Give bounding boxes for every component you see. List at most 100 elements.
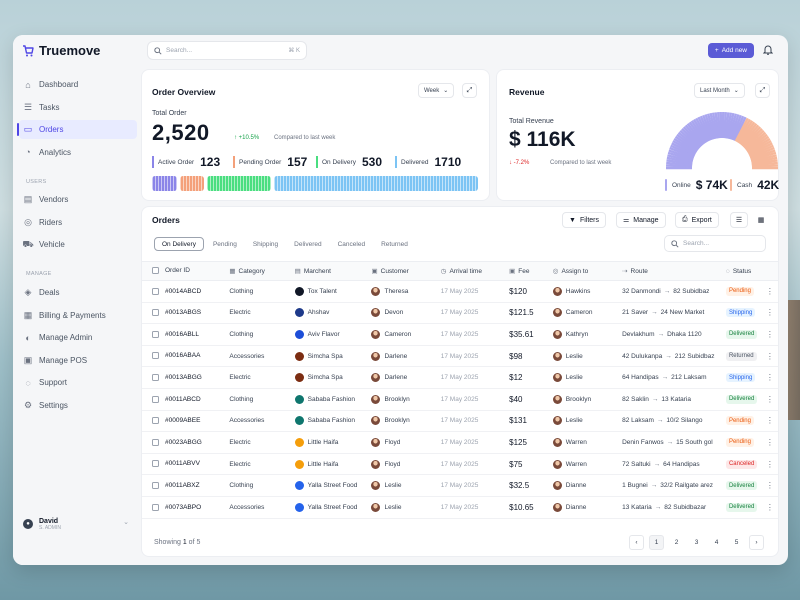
row-checkbox[interactable]	[152, 503, 159, 511]
user-profile[interactable]: ● David S. ADMIN ⌄	[19, 512, 133, 536]
manage-button[interactable]: ⚌ Manage	[616, 212, 666, 228]
select-all-checkbox[interactable]	[152, 267, 159, 275]
col-arrival[interactable]: ◷ Arrival time	[436, 261, 506, 281]
col-route[interactable]: ⇢ Route	[618, 261, 722, 281]
cell-order-id: #0011ABXZ	[142, 474, 226, 497]
more-icon[interactable]: ⋮	[766, 308, 774, 317]
cell-arrival: 17 May 2025	[436, 388, 506, 411]
assignee: Warren	[565, 439, 587, 447]
grid-view-icon[interactable]: ▦	[752, 212, 770, 228]
table-row[interactable]: #0073ABPO Accessories Yalla Street Food Les…	[142, 496, 778, 519]
more-icon[interactable]: ⋮	[766, 481, 774, 490]
col-customer[interactable]: ▣ Customer	[367, 261, 437, 281]
sidebar-item-dashboard[interactable]: ⌂ Dashboard	[19, 75, 137, 94]
col-order-id[interactable]: Order ID	[142, 261, 226, 281]
export-button[interactable]: ⎙ Export	[675, 212, 719, 228]
row-checkbox[interactable]	[152, 395, 159, 403]
sidebar-item-tasks[interactable]: ☰ Tasks	[19, 98, 137, 117]
table-row[interactable]: #0011ABXZ Clothing Yalla Street Food Leslie…	[142, 474, 778, 497]
expand-icon[interactable]: ⤢	[755, 83, 770, 98]
page-1[interactable]: 1	[649, 535, 664, 550]
table-row[interactable]: #0014ABCD Clothing Tox Talent Theresa 17 May…	[142, 280, 778, 303]
tab-canceled[interactable]: Canceled	[331, 237, 372, 251]
logo[interactable]: Truemove	[22, 43, 100, 58]
stat-value: 157	[287, 155, 308, 169]
customer-avatar	[371, 308, 381, 318]
row-checkbox[interactable]	[152, 352, 159, 360]
bell-icon[interactable]	[762, 44, 774, 56]
row-checkbox[interactable]	[152, 482, 159, 490]
table-row[interactable]: #0011ABCD Clothing Sababa Fashion Brooklyn 1…	[142, 388, 778, 411]
table-row[interactable]: #0013ABGS Electric Ahshav Devon 17 May 2025 $…	[142, 302, 778, 325]
cell-arrival: 17 May 2025	[436, 474, 506, 497]
more-icon[interactable]: ⋮	[766, 352, 774, 361]
more-icon[interactable]: ⋮	[766, 503, 774, 512]
filters-button[interactable]: ▼ Filters	[562, 212, 606, 228]
orders-search-input[interactable]: Search...	[664, 235, 766, 252]
table-row[interactable]: #0011ABVV Electric Little Haifa Floyd 17 May…	[142, 453, 778, 476]
sidebar-item-support[interactable]: ◌ Support	[19, 373, 137, 392]
row-checkbox[interactable]	[152, 460, 159, 468]
list-view-icon[interactable]: ☰	[730, 212, 748, 228]
table-row[interactable]: #0016ABAA Accessories Simcha Spa Darlene 17 …	[142, 345, 778, 368]
page-2[interactable]: 2	[669, 535, 684, 550]
sidebar-item-orders[interactable]: ▭ Orders	[17, 120, 137, 140]
more-icon[interactable]: ⋮	[766, 330, 774, 339]
table-row[interactable]: #0013ABGG Electric Simcha Spa Darlene 17 May…	[142, 366, 778, 389]
more-icon[interactable]: ⋮	[766, 460, 774, 469]
row-checkbox[interactable]	[152, 374, 159, 382]
cell-arrival: 17 May 2025	[436, 431, 506, 454]
sidebar-item-vendors[interactable]: ▤ Vendors	[19, 190, 137, 209]
more-icon[interactable]: ⋮	[766, 438, 774, 447]
row-checkbox[interactable]	[152, 330, 159, 338]
col-fee[interactable]: ▣ Fee	[505, 261, 549, 281]
sidebar-item-vehicle[interactable]: ⛟ Vehicle	[19, 235, 137, 254]
sidebar-item-analytics[interactable]: ◔ Analytics	[19, 143, 137, 162]
page-4[interactable]: 4	[709, 535, 724, 550]
tab-pending[interactable]: Pending	[206, 237, 244, 251]
sidebar-item-deals[interactable]: ◈ Deals	[19, 283, 137, 302]
tab-delivered[interactable]: Delivered	[287, 237, 328, 251]
more-icon[interactable]: ⋮	[766, 395, 774, 404]
page-5[interactable]: 5	[729, 535, 744, 550]
sidebar-item-manage-pos[interactable]: ▣ Manage POS	[19, 351, 137, 370]
cell-status: Delivered	[721, 474, 762, 497]
col-merchant[interactable]: ▤ Marchent	[290, 261, 368, 281]
add-new-button[interactable]: + Add new	[707, 43, 754, 58]
sidebar-item-billing-payments[interactable]: ▦ Billing & Payments	[19, 306, 137, 325]
expand-icon[interactable]: ⤢	[462, 83, 477, 98]
col-assign[interactable]: ◎ Assign to	[548, 261, 619, 281]
cell-fee: $32.5	[505, 474, 549, 497]
cell-fee: $12	[505, 366, 549, 389]
last-month-select[interactable]: Last Month ⌄	[694, 83, 745, 98]
route-to: 212 Laksam	[671, 374, 707, 382]
tab-on-delivery[interactable]: On Delivery	[154, 237, 204, 251]
week-select[interactable]: Week ⌄	[418, 83, 455, 98]
prev-page-icon[interactable]: ‹	[629, 535, 644, 550]
row-checkbox[interactable]	[152, 438, 159, 446]
table-row[interactable]: #0023ABGG Electric Little Haifa Floyd 17 May…	[142, 431, 778, 454]
row-checkbox[interactable]	[152, 287, 159, 295]
table-row[interactable]: #0016ABLL Clothing Aviv Flavor Cameron 17 Ma…	[142, 323, 778, 346]
row-checkbox[interactable]	[152, 417, 159, 425]
search-input[interactable]: Search... ⌘ K	[147, 41, 307, 60]
row-checkbox[interactable]	[152, 309, 159, 317]
assignee-avatar	[552, 329, 562, 339]
more-icon[interactable]: ⋮	[766, 416, 774, 425]
status-badge: Pending	[725, 416, 754, 426]
col-status[interactable]: ◌ Status	[721, 261, 762, 281]
sidebar-item-riders[interactable]: ◎ Riders	[19, 213, 137, 232]
col-category[interactable]: ▦ Category	[225, 261, 291, 281]
page-3[interactable]: 3	[689, 535, 704, 550]
sidebar-item-settings[interactable]: ⚙ Settings	[19, 396, 137, 415]
more-icon[interactable]: ⋮	[766, 287, 774, 296]
table-row[interactable]: #0009ABEE Accessories Sababa Fashion Brookl…	[142, 410, 778, 433]
more-icon[interactable]: ⋮	[766, 373, 774, 382]
search-icon	[154, 46, 162, 55]
sidebar-item-manage-admin[interactable]: ◐ Manage Admin	[19, 328, 137, 347]
tab-shipping[interactable]: Shipping	[246, 237, 285, 251]
cell-order-id: #0014ABCD	[142, 280, 226, 303]
next-page-icon[interactable]: ›	[749, 535, 764, 550]
user-icon: ▣	[371, 268, 378, 275]
tab-returned[interactable]: Returned	[374, 237, 415, 251]
